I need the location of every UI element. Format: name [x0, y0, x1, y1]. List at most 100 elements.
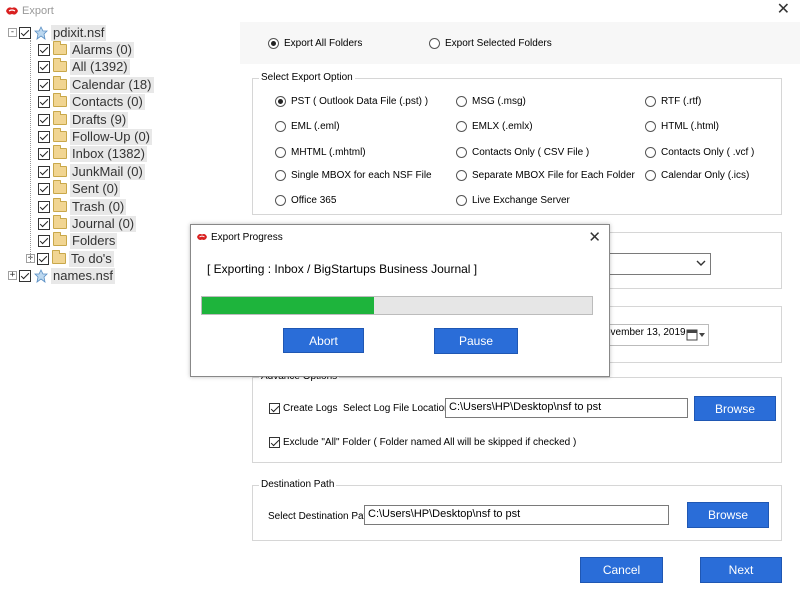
lotus-logo-icon [6, 7, 18, 15]
tree-item-folder[interactable]: Sent (0) [38, 180, 121, 197]
export-option-radio[interactable]: Live Exchange Server [456, 195, 570, 206]
tree-item-label: Trash (0) [70, 198, 127, 215]
folder-icon [53, 58, 67, 72]
progress-bar [201, 296, 593, 315]
folder-icon [53, 111, 67, 125]
tree-item-label: names.nsf [51, 267, 115, 284]
tree-item-folder[interactable]: Drafts (9) [38, 111, 129, 128]
checkbox-checked-icon[interactable] [37, 252, 49, 265]
format-dropdown[interactable] [609, 253, 711, 275]
destination-title: Destination Path [259, 479, 337, 490]
tree-root-pdixit[interactable]: - pdixit.nsf [8, 24, 107, 41]
title-bar: Export ✕ [0, 0, 800, 22]
export-option-radio[interactable]: Contacts Only ( .vcf ) [645, 147, 754, 158]
abort-button[interactable]: Abort [283, 328, 364, 353]
folder-icon [53, 41, 67, 55]
export-option-radio[interactable]: EMLX (.emlx) [456, 121, 533, 132]
next-button[interactable]: Next [700, 557, 782, 583]
radio-unselected-icon [645, 96, 656, 107]
folder-icon [53, 145, 67, 159]
chevron-down-icon [696, 260, 706, 266]
tree-item-folder[interactable]: Inbox (1382) [38, 145, 147, 162]
export-option-radio[interactable]: Office 365 [275, 195, 336, 206]
folder-icon [52, 250, 66, 264]
tree-item-folder[interactable]: Follow-Up (0) [38, 128, 153, 145]
checkbox-checked-icon[interactable] [38, 43, 50, 56]
radio-unselected-icon [275, 195, 286, 206]
checkbox-checked-icon[interactable] [38, 78, 50, 91]
checkbox-checked-icon[interactable] [38, 95, 50, 108]
export-option-label: PST ( Outlook Data File (.pst) ) [291, 96, 429, 107]
tree-item-label: Drafts (9) [70, 111, 129, 128]
exclude-all-folder-checkbox[interactable]: Exclude "All" Folder ( Folder named All … [269, 437, 576, 448]
tree-root-names[interactable]: + names.nsf [8, 267, 115, 284]
tree-item-folder[interactable]: JunkMail (0) [38, 163, 145, 180]
expand-icon[interactable]: + [8, 271, 17, 280]
radio-unselected-icon [275, 147, 286, 158]
export-option-label: Office 365 [291, 195, 337, 206]
folder-icon [53, 93, 67, 107]
radio-selected-icon [268, 38, 279, 49]
date-value: ovember 13, 2019 [605, 327, 686, 338]
export-option-radio[interactable]: MSG (.msg) [456, 96, 526, 107]
export-option-radio[interactable]: Separate MBOX File for Each Folder [456, 170, 635, 181]
export-option-label: MHTML (.mhtml) [291, 147, 366, 158]
tree-item-folder[interactable]: All (1392) [38, 58, 130, 75]
radio-unselected-icon [456, 121, 467, 132]
destination-browse-button[interactable]: Browse [687, 502, 769, 528]
export-all-folders-radio[interactable]: Export All Folders [268, 38, 362, 49]
close-icon[interactable]: ✕ [777, 2, 790, 18]
folder-icon [53, 215, 67, 229]
radio-unselected-icon [275, 170, 286, 181]
collapse-icon[interactable]: - [8, 28, 17, 37]
export-option-radio[interactable]: PST ( Outlook Data File (.pst) ) [275, 96, 428, 107]
tree-item-folder[interactable]: Calendar (18) [38, 76, 154, 93]
tree-item-folder[interactable]: Alarms (0) [38, 41, 134, 58]
window-title: Export [22, 5, 54, 17]
tree-item-folder[interactable]: + To do's [26, 250, 114, 267]
export-option-radio[interactable]: Single MBOX for each NSF File [275, 170, 432, 181]
checkbox-checked-icon[interactable] [19, 26, 31, 39]
calendar-icon[interactable] [686, 328, 706, 341]
export-selected-folders-radio[interactable]: Export Selected Folders [429, 38, 552, 49]
export-option-label: MSG (.msg) [472, 96, 526, 107]
checkbox-checked-icon[interactable] [38, 60, 50, 73]
checkbox-checked-icon [269, 403, 280, 414]
checkbox-checked-icon[interactable] [38, 200, 50, 213]
export-option-radio[interactable]: MHTML (.mhtml) [275, 147, 366, 158]
checkbox-checked-icon[interactable] [38, 217, 50, 230]
checkbox-checked-icon[interactable] [19, 269, 31, 282]
pause-button[interactable]: Pause [434, 328, 518, 354]
cancel-button[interactable]: Cancel [580, 557, 663, 583]
export-option-radio[interactable]: Calendar Only (.ics) [645, 170, 749, 181]
radio-unselected-icon [645, 170, 656, 181]
checkbox-checked-icon[interactable] [38, 130, 50, 143]
close-icon[interactable]: ✕ [588, 228, 601, 246]
create-logs-checkbox[interactable]: Create Logs [269, 403, 337, 414]
checkbox-checked-icon[interactable] [38, 113, 50, 126]
export-option-radio[interactable]: Contacts Only ( CSV File ) [456, 147, 589, 158]
tree-item-label: All (1392) [70, 58, 130, 75]
export-option-radio[interactable]: HTML (.html) [645, 121, 719, 132]
tree-item-folder[interactable]: Contacts (0) [38, 93, 145, 110]
destination-group: Destination Path Select Destination Path… [252, 479, 782, 541]
checkbox-checked-icon[interactable] [38, 234, 50, 247]
checkbox-checked-icon[interactable] [38, 182, 50, 195]
export-option-radio[interactable]: EML (.eml) [275, 121, 340, 132]
progress-bar-fill [202, 297, 374, 314]
checkbox-checked-icon [269, 437, 280, 448]
log-location-input[interactable]: C:\Users\HP\Desktop\nsf to pst [445, 398, 688, 418]
log-browse-button[interactable]: Browse [694, 396, 776, 421]
tree-item-folder[interactable]: Trash (0) [38, 198, 127, 215]
tree-item-folder[interactable]: Journal (0) [38, 215, 137, 232]
tree-item-folder[interactable]: Folders [38, 232, 118, 249]
tree-item-label: Sent (0) [70, 180, 121, 197]
checkbox-checked-icon[interactable] [38, 165, 50, 178]
tree-item-label: Contacts (0) [70, 93, 145, 110]
radio-unselected-icon [456, 147, 467, 158]
destination-path-input[interactable]: C:\Users\HP\Desktop\nsf to pst [364, 505, 669, 525]
checkbox-checked-icon[interactable] [38, 147, 50, 160]
export-option-radio[interactable]: RTF (.rtf) [645, 96, 701, 107]
nsf-database-icon [34, 268, 48, 283]
date-picker[interactable]: ovember 13, 2019 [601, 324, 709, 346]
